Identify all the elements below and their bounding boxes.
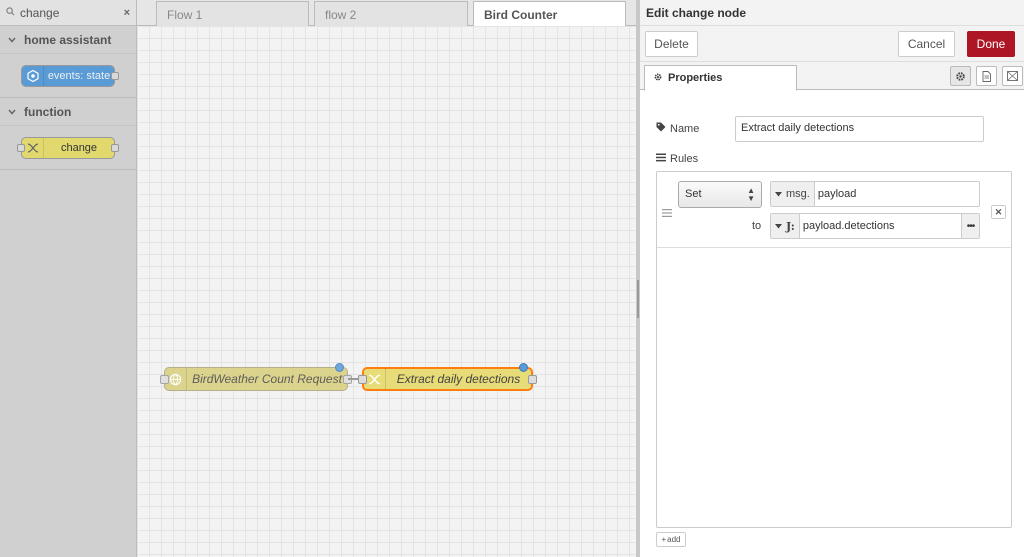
- appearance-tab-icon[interactable]: [1002, 66, 1023, 86]
- done-button[interactable]: Done: [967, 31, 1015, 57]
- palette-search[interactable]: change ×: [0, 0, 136, 26]
- edit-tray: Edit change node Delete Cancel Done Prop…: [640, 0, 1024, 557]
- cancel-button[interactable]: Cancel: [898, 31, 955, 57]
- output-port: [111, 144, 119, 152]
- rule-row: Set ▲ ▼ msg. payload to J: payload.detec…: [657, 172, 1011, 248]
- expand-editor-icon[interactable]: •••: [961, 214, 979, 238]
- delete-button[interactable]: Delete: [645, 31, 698, 57]
- caret-down-icon: [775, 220, 782, 232]
- plus-icon: +: [661, 535, 667, 544]
- input-port: [358, 375, 367, 384]
- palette-node-label: events: state: [47, 70, 111, 82]
- tray-toolbar: Delete Cancel Done: [640, 26, 1024, 62]
- home-assistant-icon: [22, 66, 44, 86]
- tab-properties-label: Properties: [668, 72, 723, 84]
- palette-node-change[interactable]: change: [17, 137, 119, 159]
- rule-source-input[interactable]: J: payload.detections •••: [770, 213, 980, 239]
- rules-label-text: Rules: [670, 153, 699, 165]
- search-icon: [6, 6, 18, 19]
- add-rule-button[interactable]: + add: [656, 532, 686, 547]
- target-type-select[interactable]: msg.: [771, 182, 815, 206]
- caret-down-icon: [775, 188, 782, 200]
- jsonata-type-label: J:: [786, 219, 795, 233]
- name-label-text: Name: [670, 122, 700, 135]
- category-label: home assistant: [24, 32, 112, 47]
- flow-node-label: Extract daily detections: [396, 372, 521, 386]
- tab-bird-counter[interactable]: Bird Counter: [473, 1, 626, 27]
- description-tab-icon[interactable]: [976, 66, 997, 86]
- source-value: payload.detections: [802, 220, 895, 232]
- category-body-home-assistant: events: state: [0, 53, 136, 98]
- category-label: function: [24, 104, 72, 119]
- changed-indicator: [335, 363, 344, 372]
- rule-target-input[interactable]: msg. payload: [770, 181, 980, 207]
- flow-node-birdweather-count-request[interactable]: BirdWeather Count Request: [160, 363, 352, 391]
- tag-icon: [656, 122, 666, 135]
- settings-tab-icon[interactable]: [950, 66, 971, 86]
- rule-action-value: Set: [685, 188, 702, 200]
- input-port: [160, 375, 169, 384]
- flow-canvas[interactable]: [137, 26, 636, 557]
- rules-list: Set ▲ ▼ msg. payload to J: payload.detec…: [656, 171, 1012, 528]
- target-type-label: msg.: [786, 188, 810, 200]
- shuffle-icon: [22, 138, 44, 158]
- source-type-select[interactable]: J:: [771, 214, 800, 238]
- name-input[interactable]: Extract daily detections: [735, 116, 984, 142]
- category-header-home-assistant[interactable]: home assistant: [0, 26, 136, 53]
- workspace-tabs: Flow 1 flow 2 Bird Counter: [137, 0, 636, 27]
- name-label: Name: [656, 122, 699, 135]
- tab-flow-1[interactable]: Flow 1: [156, 1, 309, 26]
- shuffle-icon: [364, 368, 386, 390]
- rules-label: Rules: [656, 153, 698, 165]
- output-port: [111, 72, 119, 80]
- divider-grip[interactable]: [637, 280, 639, 318]
- category-body-function: change: [0, 125, 136, 170]
- tab-properties[interactable]: Properties: [644, 65, 797, 91]
- flow-node-extract-daily-detections[interactable]: Extract daily detections: [358, 363, 537, 391]
- remove-rule-button[interactable]: ✕: [991, 205, 1006, 219]
- palette-search-input[interactable]: change: [18, 6, 118, 20]
- add-rule-label: add: [667, 535, 681, 544]
- tray-tabs: Properties: [640, 62, 1024, 91]
- palette-sidebar: change × home assistant events: state fu…: [0, 0, 137, 557]
- gear-icon: [653, 72, 663, 85]
- chevron-down-icon: [8, 35, 16, 45]
- to-label: to: [752, 220, 762, 232]
- palette-node-events-state[interactable]: events: state: [21, 65, 119, 87]
- output-port[interactable]: [528, 375, 537, 384]
- target-value: payload: [817, 188, 857, 200]
- category-header-function[interactable]: function: [0, 98, 136, 125]
- tab-flow-2[interactable]: flow 2: [314, 1, 468, 26]
- palette-node-label: change: [60, 142, 98, 154]
- flow-node-label: BirdWeather Count Request: [192, 372, 342, 386]
- clear-search-icon[interactable]: ×: [118, 7, 130, 19]
- tray-title: Edit change node: [640, 0, 1024, 26]
- select-arrows-icon: ▲ ▼: [747, 186, 755, 203]
- rule-action-select[interactable]: Set ▲ ▼: [678, 181, 762, 208]
- list-icon: [656, 153, 666, 165]
- drag-handle-icon[interactable]: [662, 206, 672, 220]
- changed-indicator: [519, 363, 528, 372]
- chevron-down-icon: [8, 107, 16, 117]
- input-port: [17, 144, 25, 152]
